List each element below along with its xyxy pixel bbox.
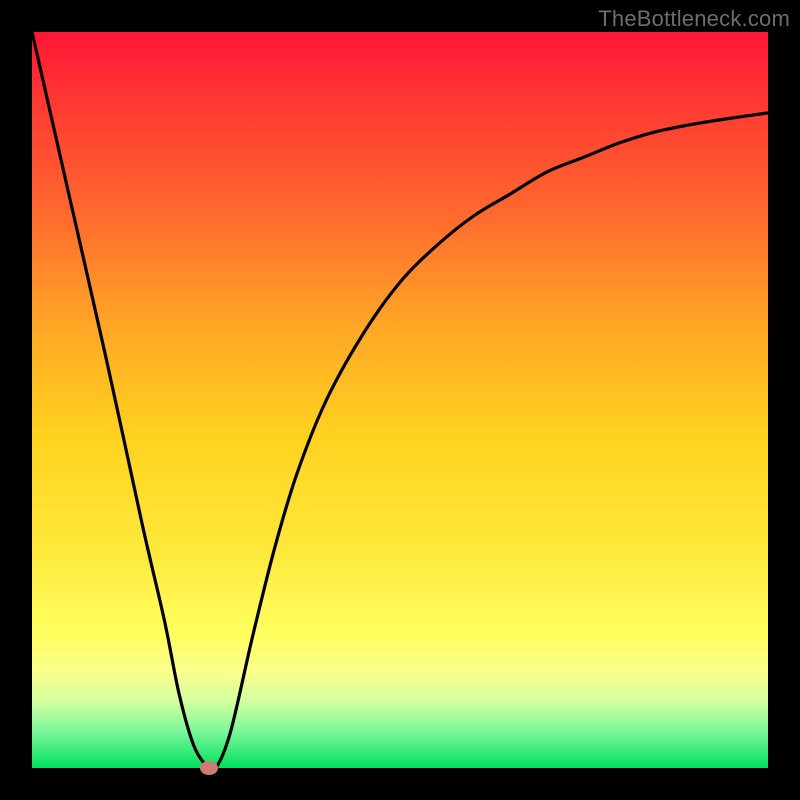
bottleneck-curve <box>32 32 768 768</box>
plot-area <box>32 32 768 768</box>
chart-frame: TheBottleneck.com <box>0 0 800 800</box>
minimum-marker <box>200 761 218 775</box>
watermark-text: TheBottleneck.com <box>598 6 790 32</box>
